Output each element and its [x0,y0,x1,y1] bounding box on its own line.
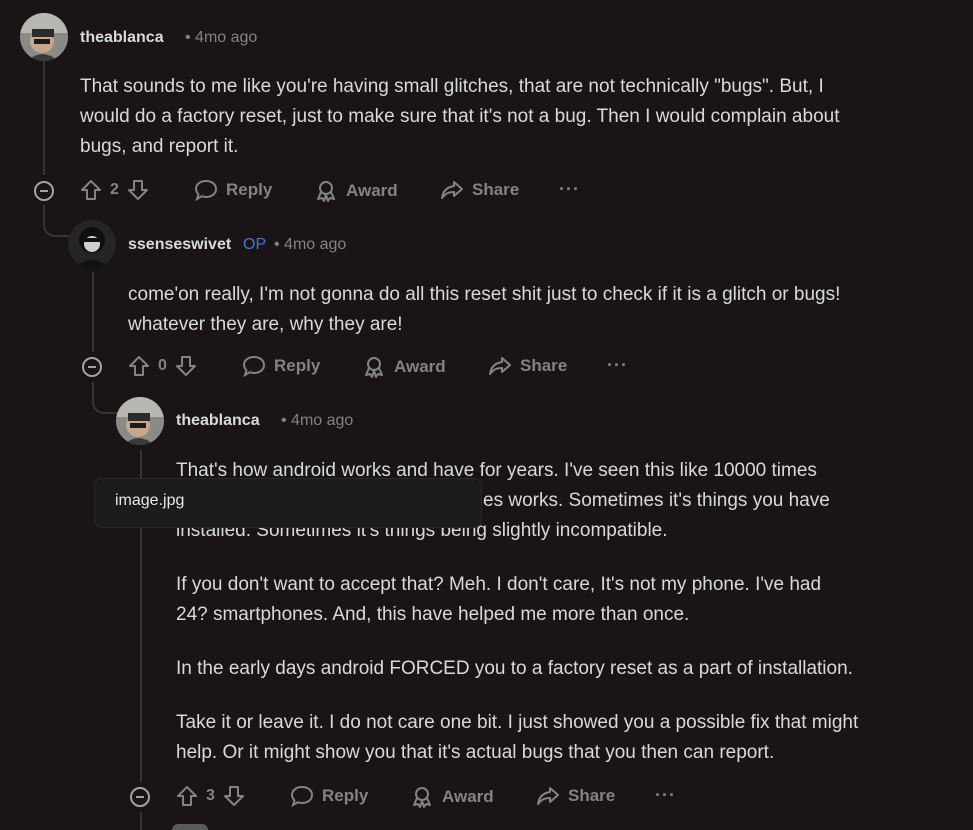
comment-timestamp: • 4mo ago [281,412,354,429]
share-button[interactable]: Share [440,179,519,201]
reply-button[interactable]: Reply [290,785,368,807]
reply-label: Reply [274,356,321,375]
reply-bubble-icon [290,785,314,807]
downvote-icon[interactable] [175,355,197,377]
comment-text-line: would do a factory reset, just to make s… [80,106,840,127]
reply-bubble-icon [194,179,218,201]
award-label: Award [442,787,494,806]
vote-count: 3 [206,787,215,804]
collapse-icon[interactable] [34,181,54,201]
comment-author[interactable]: theablanca [80,29,164,47]
vote-count: 0 [158,357,167,374]
downvote-icon[interactable] [223,785,245,807]
comment-body: That sounds to me like you're having sma… [80,72,839,162]
vote-group: 3 [176,785,245,807]
comment-text-line: come'on really, I'm not gonna do all thi… [128,284,841,305]
award-button[interactable]: Award [314,179,398,203]
comment-author[interactable]: theablanca [176,412,260,430]
more-icon[interactable]: ··· [607,355,628,376]
comment-text-line: bugs, and report it. [80,136,239,157]
vote-group: 2 [80,179,149,201]
upvote-icon[interactable] [128,355,150,377]
comment-text-line: In the early days android FORCED you to … [176,658,853,679]
next-avatar-partial [172,824,208,830]
reply-button[interactable]: Reply [242,355,320,377]
award-label: Award [394,357,446,376]
collapse-icon[interactable] [82,357,102,377]
comment-text-line: Take it or leave it. I do not care one b… [176,712,859,733]
comment-text-line: If you don't want to accept that? Meh. I… [176,574,822,595]
avatar[interactable] [20,13,68,61]
share-icon [537,787,559,805]
reply-label: Reply [322,786,369,805]
comment-text-line: whatever they are, why they are! [128,314,403,335]
thread-line [43,60,45,175]
vote-group: 0 [128,355,197,377]
downvote-icon[interactable] [127,179,149,201]
reply-label: Reply [226,180,273,199]
reply-bubble-icon [242,355,266,377]
comment-text-line: 24? smartphones. And, this have helped m… [176,604,690,625]
tooltip-label: image.jpg [115,492,185,509]
award-button[interactable]: Award [362,355,446,379]
share-icon [489,357,511,375]
award-icon [317,181,335,202]
award-icon [413,787,431,808]
share-label: Share [472,180,520,199]
thread-line [140,812,142,830]
more-icon[interactable]: ··· [559,179,580,200]
more-icon[interactable]: ··· [655,785,676,806]
collapse-icon[interactable] [130,787,150,807]
vote-count: 2 [110,181,119,198]
thread-elbow [92,382,118,414]
share-icon [441,181,463,199]
share-button[interactable]: Share [488,355,567,377]
thread-line [92,272,94,352]
comment-author[interactable]: ssenseswivet [128,236,231,254]
comment-text-line: That sounds to me like you're having sma… [80,76,824,97]
upvote-icon[interactable] [176,785,198,807]
comment-timestamp: • 4mo ago [185,29,258,46]
award-button[interactable]: Award [410,785,494,809]
image-tooltip: image.jpg [94,478,482,528]
comment-text-line: help. Or it might show you that it's act… [176,742,775,763]
comment-timestamp: • 4mo ago [274,236,347,253]
op-badge: OP [243,236,267,253]
award-icon [365,357,383,378]
share-label: Share [568,786,616,805]
reply-button[interactable]: Reply [194,179,272,201]
comment-body: come'on really, I'm not gonna do all thi… [128,280,840,340]
avatar[interactable] [68,220,116,268]
share-button[interactable]: Share [536,785,615,807]
share-label: Share [520,356,568,375]
avatar[interactable] [116,397,164,445]
thread-elbow [43,205,69,237]
upvote-icon[interactable] [80,179,102,201]
award-label: Award [346,181,398,200]
